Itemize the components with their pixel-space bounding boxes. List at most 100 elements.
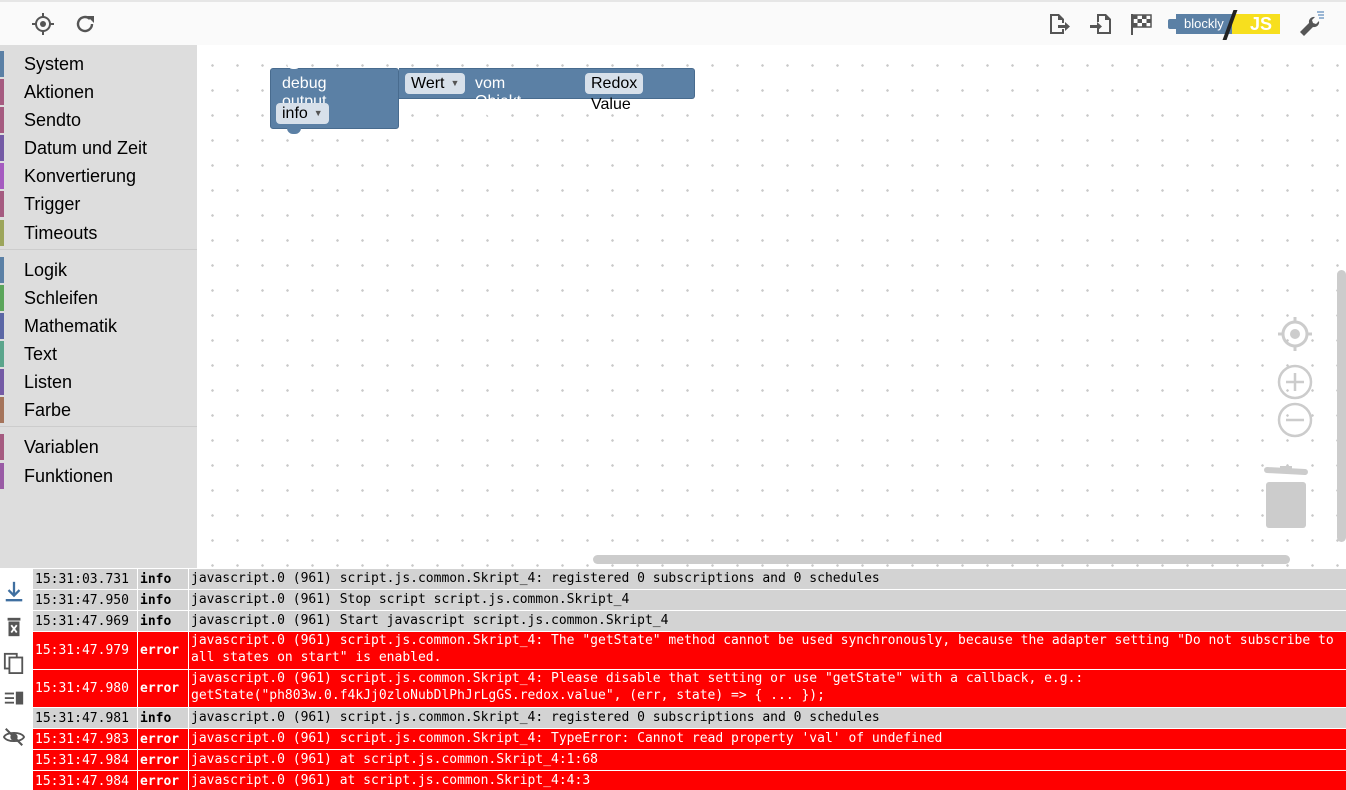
category-label: Funktionen bbox=[24, 465, 114, 486]
level-dropdown[interactable]: info ▼ bbox=[276, 103, 329, 124]
category-system[interactable]: System bbox=[0, 51, 197, 77]
checkered-flag-icon[interactable] bbox=[1128, 11, 1154, 37]
log-severity: error bbox=[138, 750, 189, 770]
import-icon[interactable] bbox=[1088, 11, 1114, 37]
center-icon[interactable] bbox=[1277, 316, 1313, 352]
log-severity: info bbox=[138, 611, 189, 631]
category-konvertierung[interactable]: Konvertierung bbox=[0, 163, 197, 189]
category-funktionen[interactable]: Funktionen bbox=[0, 463, 197, 489]
log-row[interactable]: 15:31:47.980 error javascript.0 (961) sc… bbox=[33, 670, 1346, 708]
category-color-bar bbox=[0, 163, 4, 189]
log-row[interactable]: 15:31:47.984 error javascript.0 (961) at… bbox=[33, 771, 1346, 790]
log-message: javascript.0 (961) script.js.common.Skri… bbox=[191, 671, 1092, 703]
clear-log-icon[interactable] bbox=[2, 615, 26, 639]
log-severity: error bbox=[138, 670, 189, 707]
category-color-bar bbox=[0, 135, 4, 161]
log-message: javascript.0 (961) at script.js.common.S… bbox=[191, 773, 591, 788]
log-message: javascript.0 (961) script.js.common.Skri… bbox=[191, 633, 1342, 665]
log-row[interactable]: 15:31:47.979 error javascript.0 (961) sc… bbox=[33, 632, 1346, 670]
wert-dropdown[interactable]: Wert ▼ bbox=[405, 73, 466, 94]
log-table: 15:31:03.731 info javascript.0 (961) scr… bbox=[33, 569, 1346, 790]
vom-objekt-label: vom Objekt ID bbox=[475, 75, 522, 128]
crosshair-icon[interactable] bbox=[30, 11, 56, 37]
refresh-icon[interactable] bbox=[72, 11, 98, 37]
wert-dropdown-label: Wert bbox=[411, 75, 445, 92]
category-label: Farbe bbox=[24, 399, 72, 420]
top-toolbar: blockly JS bbox=[0, 0, 1346, 45]
js-logo-text: JS bbox=[1232, 14, 1280, 34]
category-label: Konvertierung bbox=[24, 165, 137, 186]
toolbox-sidebar: System Aktionen Sendto Datum und Zeit Ko… bbox=[0, 45, 197, 568]
category-label: Trigger bbox=[24, 193, 81, 214]
category-datum-und-zeit[interactable]: Datum und Zeit bbox=[0, 135, 197, 161]
category-color-bar bbox=[0, 257, 4, 283]
category-schleifen[interactable]: Schleifen bbox=[0, 285, 197, 311]
category-label: Listen bbox=[24, 371, 73, 392]
category-listen[interactable]: Listen bbox=[0, 369, 197, 395]
log-severity: error bbox=[138, 771, 189, 790]
category-color-bar bbox=[0, 369, 4, 395]
category-text[interactable]: Text bbox=[0, 341, 197, 367]
category-variablen[interactable]: Variablen bbox=[0, 434, 197, 460]
log-severity: info bbox=[138, 708, 189, 728]
log-row[interactable]: 15:31:47.984 error javascript.0 (961) at… bbox=[33, 750, 1346, 771]
log-message: javascript.0 (961) Stop script script.js… bbox=[191, 592, 630, 607]
log-message: javascript.0 (961) script.js.common.Skri… bbox=[191, 731, 943, 746]
copy-icon[interactable] bbox=[2, 651, 26, 675]
hide-icon[interactable] bbox=[2, 725, 26, 749]
category-color-bar bbox=[0, 79, 4, 105]
export-icon[interactable] bbox=[1045, 11, 1071, 37]
log-severity: info bbox=[138, 569, 189, 589]
dropdown-arrow-icon: ▼ bbox=[450, 78, 460, 88]
log-message: javascript.0 (961) script.js.common.Skri… bbox=[191, 571, 880, 586]
dropdown-arrow-icon: ▼ bbox=[313, 108, 323, 118]
category-label: Aktionen bbox=[24, 81, 95, 102]
category-label: Variablen bbox=[24, 436, 99, 457]
category-trigger[interactable]: Trigger bbox=[0, 191, 197, 217]
category-timeouts[interactable]: Timeouts bbox=[0, 220, 197, 246]
category-label: Mathematik bbox=[24, 315, 118, 336]
log-message: javascript.0 (961) Start javascript scri… bbox=[191, 613, 669, 628]
blockly-js-logo[interactable]: blockly JS bbox=[1168, 10, 1280, 40]
category-mathematik[interactable]: Mathematik bbox=[0, 313, 197, 339]
wrench-icon[interactable] bbox=[1295, 11, 1327, 37]
log-time: 15:31:03.731 bbox=[33, 569, 138, 589]
log-time: 15:31:47.984 bbox=[33, 750, 138, 770]
category-color-bar bbox=[0, 313, 4, 339]
category-color-bar bbox=[0, 107, 4, 133]
category-label: System bbox=[24, 53, 85, 74]
category-farbe[interactable]: Farbe bbox=[0, 397, 197, 423]
log-row[interactable]: 15:31:47.950 info javascript.0 (961) Sto… bbox=[33, 590, 1346, 611]
zoom-out-icon[interactable] bbox=[1277, 402, 1313, 438]
scroll-down-icon[interactable] bbox=[2, 579, 26, 603]
log-time: 15:31:47.980 bbox=[33, 670, 138, 707]
category-color-bar bbox=[0, 285, 4, 311]
log-severity: error bbox=[138, 729, 189, 749]
category-color-bar bbox=[0, 434, 4, 460]
category-logik[interactable]: Logik bbox=[0, 257, 197, 283]
horizontal-scrollbar[interactable] bbox=[593, 555, 1290, 564]
category-aktionen[interactable]: Aktionen bbox=[0, 79, 197, 105]
vertical-scrollbar[interactable] bbox=[1337, 270, 1346, 542]
log-time: 15:31:47.950 bbox=[33, 590, 138, 610]
log-row[interactable]: 15:31:03.731 info javascript.0 (961) scr… bbox=[33, 569, 1346, 590]
log-row[interactable]: 15:31:47.969 info javascript.0 (961) Sta… bbox=[33, 611, 1346, 632]
log-row[interactable]: 15:31:47.981 info javascript.0 (961) scr… bbox=[33, 708, 1346, 729]
category-color-bar bbox=[0, 463, 4, 489]
columns-icon[interactable] bbox=[2, 687, 26, 711]
category-sendto[interactable]: Sendto bbox=[0, 107, 197, 133]
log-message: javascript.0 (961) script.js.common.Skri… bbox=[191, 710, 880, 725]
object-id-field[interactable]: Redox Value bbox=[585, 73, 644, 113]
log-row[interactable]: 15:31:47.983 error javascript.0 (961) sc… bbox=[33, 729, 1346, 750]
category-label: Timeouts bbox=[24, 222, 98, 243]
level-dropdown-label: info bbox=[282, 105, 308, 122]
log-time: 15:31:47.981 bbox=[33, 708, 138, 728]
zoom-in-icon[interactable] bbox=[1277, 364, 1313, 400]
log-severity: error bbox=[138, 632, 189, 669]
category-label: Datum und Zeit bbox=[24, 137, 148, 158]
category-label: Logik bbox=[24, 259, 68, 280]
log-time: 15:31:47.979 bbox=[33, 632, 138, 669]
category-color-bar bbox=[0, 191, 4, 217]
trash-icon[interactable] bbox=[1262, 466, 1310, 530]
log-toolbar bbox=[0, 569, 33, 790]
